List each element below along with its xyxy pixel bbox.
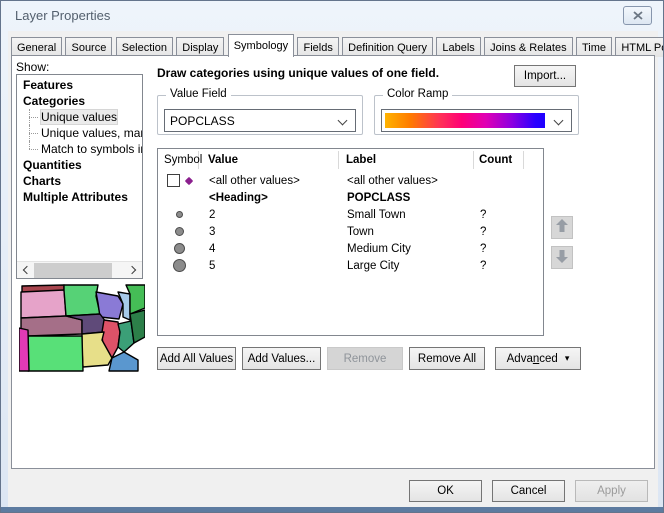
move-up-button[interactable] bbox=[551, 216, 573, 239]
apply-button[interactable]: Apply bbox=[575, 480, 648, 502]
layer-properties-dialog: Layer Properties General Source Selectio… bbox=[0, 0, 664, 513]
graduated-symbol[interactable] bbox=[175, 227, 184, 236]
remove-button[interactable]: Remove bbox=[327, 347, 403, 370]
header-count[interactable]: Count bbox=[474, 151, 524, 169]
header-symbol[interactable]: Symbol bbox=[158, 151, 199, 169]
scroll-left-arrow-icon[interactable] bbox=[17, 262, 34, 279]
down-arrow-icon bbox=[554, 248, 570, 267]
show-item-charts[interactable]: Charts bbox=[17, 173, 142, 189]
move-down-button[interactable] bbox=[551, 246, 573, 269]
show-item-match-to-symbols[interactable]: Match to symbols in a bbox=[17, 141, 142, 157]
table-row[interactable]: 5 Large City ? bbox=[159, 257, 525, 274]
advanced-button[interactable]: Advanced ▾ bbox=[495, 347, 581, 370]
tab-general[interactable]: General bbox=[11, 37, 62, 57]
tab-definition-query[interactable]: Definition Query bbox=[342, 37, 433, 57]
value-field-value: POPCLASS bbox=[165, 114, 235, 128]
symbology-page: Show: Features Categories Unique values … bbox=[11, 55, 655, 469]
header-label[interactable]: Label bbox=[339, 151, 474, 169]
import-button[interactable]: Import... bbox=[514, 65, 576, 87]
all-other-values-symbol[interactable] bbox=[185, 176, 193, 184]
show-item-quantities[interactable]: Quantities bbox=[17, 157, 142, 173]
tab-joins-relates[interactable]: Joins & Relates bbox=[484, 37, 572, 57]
show-item-multiple-attributes[interactable]: Multiple Attributes bbox=[17, 189, 142, 205]
color-ramp-label: Color Ramp bbox=[383, 88, 452, 100]
value-field-group: Value Field POPCLASS bbox=[157, 95, 363, 135]
tab-bar: General Source Selection Display Symbolo… bbox=[11, 34, 664, 56]
table-row[interactable]: 4 Medium City ? bbox=[159, 240, 525, 257]
graduated-symbol[interactable] bbox=[176, 211, 183, 218]
color-ramp-combobox[interactable] bbox=[381, 109, 572, 132]
remove-all-button[interactable]: Remove All bbox=[409, 347, 485, 370]
value-field-label: Value Field bbox=[166, 88, 231, 100]
table-row[interactable]: <Heading> POPCLASS bbox=[159, 189, 525, 206]
header-value[interactable]: Value bbox=[199, 151, 339, 169]
chevron-down-icon bbox=[554, 116, 564, 126]
graduated-symbol[interactable] bbox=[173, 259, 186, 272]
show-listbox: Features Categories Unique values Unique… bbox=[16, 74, 143, 279]
tab-symbology[interactable]: Symbology bbox=[228, 34, 294, 57]
table-row[interactable]: 3 Town ? bbox=[159, 223, 525, 240]
show-item-features[interactable]: Features bbox=[17, 77, 142, 93]
close-button[interactable] bbox=[623, 6, 652, 25]
all-other-values-checkbox[interactable] bbox=[167, 174, 180, 187]
scroll-right-arrow-icon[interactable] bbox=[125, 262, 142, 279]
show-item-unique-values-many[interactable]: Unique values, many bbox=[17, 125, 142, 141]
ok-button[interactable]: OK bbox=[409, 480, 482, 502]
graduated-symbol[interactable] bbox=[174, 243, 185, 254]
show-label: Show: bbox=[16, 60, 49, 74]
value-field-combobox[interactable]: POPCLASS bbox=[164, 109, 356, 132]
tab-display[interactable]: Display bbox=[176, 37, 224, 57]
caret-down-icon: ▾ bbox=[565, 354, 570, 363]
show-item-categories[interactable]: Categories bbox=[17, 93, 142, 109]
tab-source[interactable]: Source bbox=[65, 37, 112, 57]
add-values-button[interactable]: Add Values... bbox=[242, 347, 321, 370]
cancel-button[interactable]: Cancel bbox=[492, 480, 565, 502]
tab-html-popup[interactable]: HTML Popup bbox=[615, 37, 664, 57]
table-row[interactable]: 2 Small Town ? bbox=[159, 206, 525, 223]
color-ramp-swatch bbox=[385, 113, 545, 128]
table-row[interactable]: <all other values> <all other values> bbox=[159, 172, 525, 189]
tab-time[interactable]: Time bbox=[576, 37, 612, 57]
color-ramp-group: Color Ramp bbox=[374, 95, 579, 135]
tab-fields[interactable]: Fields bbox=[297, 37, 338, 57]
tab-labels[interactable]: Labels bbox=[436, 37, 480, 57]
chevron-down-icon bbox=[338, 116, 348, 126]
horizontal-scrollbar[interactable] bbox=[17, 261, 142, 278]
add-all-values-button[interactable]: Add All Values bbox=[157, 347, 236, 370]
window-title: Layer Properties bbox=[15, 8, 110, 23]
table-header: Symbol Value Label Count bbox=[158, 149, 543, 171]
up-arrow-icon bbox=[554, 218, 570, 237]
dialog-client-area: General Source Selection Display Symbolo… bbox=[8, 31, 658, 508]
close-icon bbox=[633, 9, 643, 23]
map-preview bbox=[19, 283, 145, 373]
show-item-unique-values[interactable]: Unique values bbox=[17, 109, 142, 125]
tab-selection[interactable]: Selection bbox=[116, 37, 173, 57]
scrollbar-thumb[interactable] bbox=[34, 263, 112, 278]
unique-values-table: Symbol Value Label Count <all other valu… bbox=[157, 148, 544, 336]
panel-heading: Draw categories using unique values of o… bbox=[157, 66, 507, 80]
